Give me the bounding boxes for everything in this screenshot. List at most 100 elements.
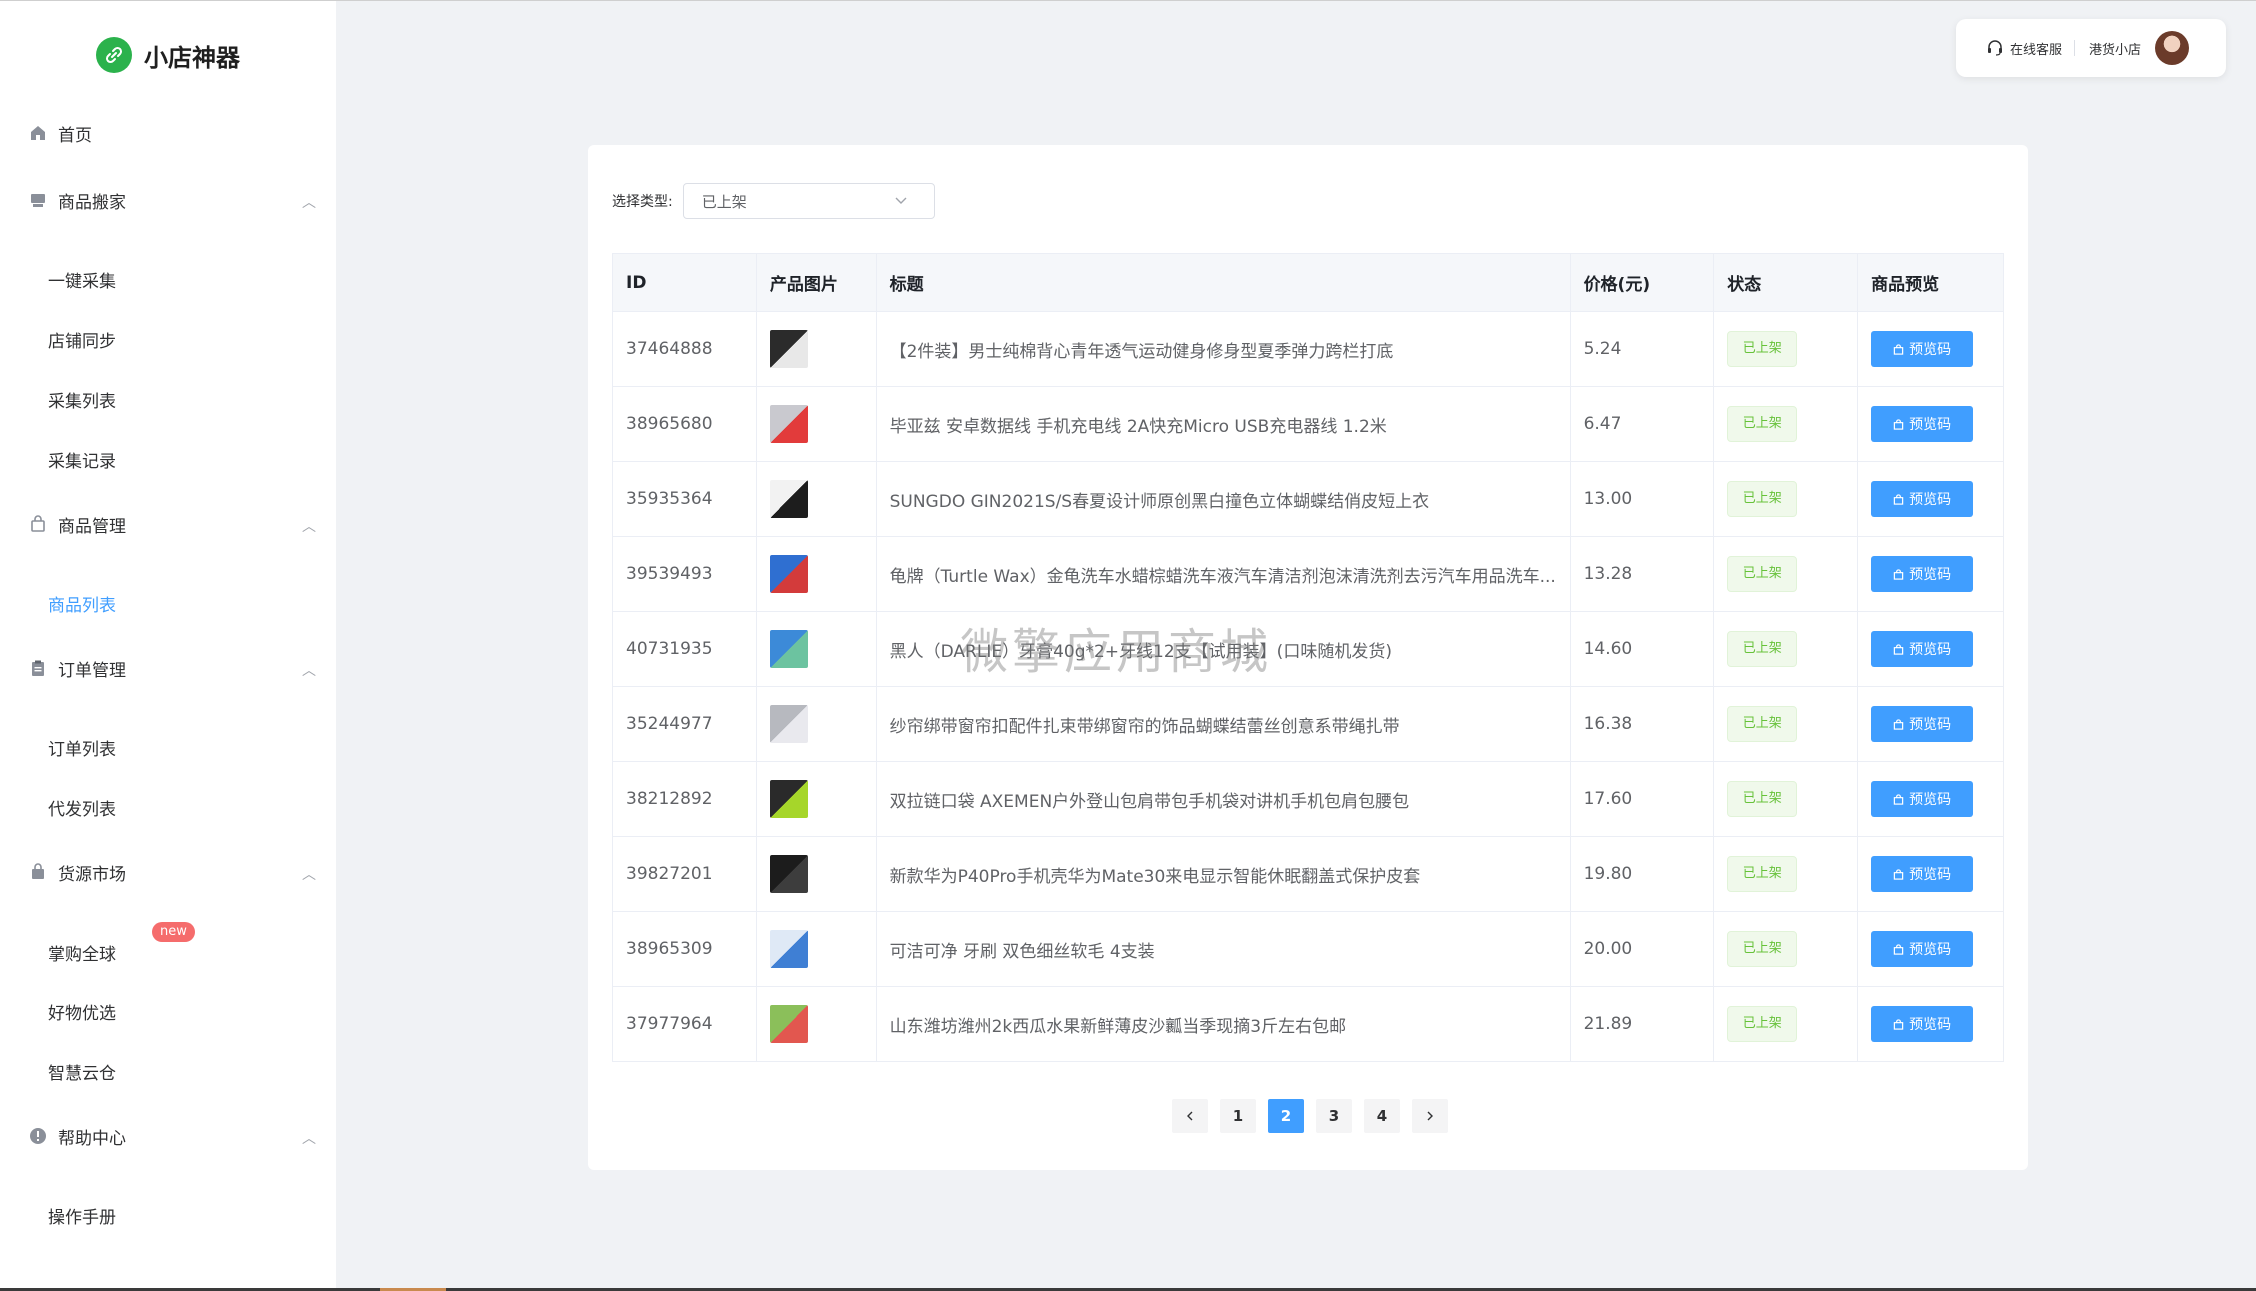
- chevron-up-icon: ︿: [302, 195, 316, 211]
- sidebar-group-product-move[interactable]: 商品搬家 ︿: [28, 180, 318, 220]
- preview-code-label: 预览码: [1909, 867, 1952, 883]
- product-table: ID 产品图片 标题 价格(元) 状态 商品预览 37464888 【2件装】男士…: [612, 253, 2004, 1062]
- cell-price: 16.38: [1569, 686, 1715, 762]
- preview-code-label: 预览码: [1909, 792, 1952, 808]
- preview-code-button[interactable]: 预览码: [1871, 556, 1974, 592]
- table-row: 39539493 龟牌（Turtle Wax）金龟洗车水蜡棕蜡洗车液汽车清洁剂泡沫…: [612, 536, 2004, 612]
- chevron-up-icon: ︿: [302, 1131, 316, 1147]
- preview-code-button[interactable]: 预览码: [1871, 706, 1974, 742]
- cell-preview: 预览码: [1857, 911, 2004, 987]
- table-row: 39827201 新款华为P40Pro手机壳华为Mate30来电显示智能休眠翻盖式…: [612, 836, 2004, 912]
- page-button-3[interactable]: 3: [1316, 1099, 1352, 1133]
- cell-id: 35935364: [612, 461, 757, 537]
- cell-title: 【2件装】男士纯棉背心青年透气运动健身修身型夏季弹力跨栏打底: [875, 311, 1571, 387]
- headset-icon: [1988, 40, 2002, 56]
- product-thumbnail[interactable]: [769, 630, 808, 668]
- type-select[interactable]: 已上架: [682, 183, 935, 219]
- status-badge: 已上架: [1727, 706, 1798, 742]
- cell-id: 37977964: [612, 986, 757, 1062]
- sidebar-item-global-buy[interactable]: 掌购全球 new: [48, 922, 195, 970]
- sidebar-item-home[interactable]: 首页: [28, 113, 318, 153]
- preview-code-button[interactable]: 预览码: [1871, 406, 1974, 442]
- shop-name[interactable]: 港货小店: [2089, 39, 2141, 58]
- preview-code-button[interactable]: 预览码: [1871, 781, 1974, 817]
- cell-id: 39827201: [612, 836, 757, 912]
- chevron-right-icon: [1427, 1111, 1433, 1121]
- chevron-up-icon: ︿: [302, 867, 316, 883]
- preview-code-button[interactable]: 预览码: [1871, 481, 1974, 517]
- preview-code-button[interactable]: 预览码: [1871, 931, 1974, 967]
- sidebar-item-product-list[interactable]: 商品列表: [48, 585, 116, 621]
- sidebar-item-collect-list[interactable]: 采集列表: [48, 381, 116, 417]
- bag-icon: [1893, 343, 1904, 355]
- preview-code-button[interactable]: 预览码: [1871, 631, 1974, 667]
- product-thumbnail[interactable]: [769, 480, 808, 518]
- cell-title: 新款华为P40Pro手机壳华为Mate30来电显示智能休眠翻盖式保护皮套: [875, 836, 1571, 912]
- cell-status: 已上架: [1713, 536, 1859, 612]
- page-button-2[interactable]: 2: [1268, 1099, 1304, 1133]
- online-service-link[interactable]: 在线客服: [1986, 39, 2062, 58]
- status-badge: 已上架: [1727, 331, 1798, 367]
- sidebar-item-dropship-list[interactable]: 代发列表: [48, 789, 116, 825]
- sidebar-item-store-sync[interactable]: 店铺同步: [48, 321, 116, 357]
- sidebar-group-supply-market[interactable]: 货源市场 ︿: [28, 852, 318, 892]
- sidebar-group-help-center[interactable]: 帮助中心 ︿: [28, 1116, 318, 1156]
- product-thumbnail[interactable]: [769, 930, 808, 968]
- column-header-price: 价格(元): [1569, 253, 1715, 312]
- cell-title: 毕亚兹 安卓数据线 手机充电线 2A快充Micro USB充电器线 1.2米: [875, 386, 1571, 462]
- cell-id: 39539493: [612, 536, 757, 612]
- cell-preview: 预览码: [1857, 986, 2004, 1062]
- product-thumbnail[interactable]: [769, 780, 808, 818]
- prev-page-button[interactable]: [1172, 1099, 1208, 1133]
- preview-code-button[interactable]: 预览码: [1871, 856, 1974, 892]
- sidebar-group-label: 订单管理: [58, 660, 126, 681]
- bag-icon: [1893, 493, 1904, 505]
- product-thumbnail[interactable]: [769, 330, 808, 368]
- cell-preview: 预览码: [1857, 836, 2004, 912]
- table-row: 38965309 可洁可净 牙刷 双色细丝软毛 4支装 20.00 已上架 预览码: [612, 911, 2004, 987]
- page-button-1[interactable]: 1: [1220, 1099, 1256, 1133]
- type-filter: 选择类型: 已上架: [612, 183, 935, 219]
- sidebar-item-one-click-collect[interactable]: 一键采集: [48, 261, 116, 297]
- sidebar-group-product-management[interactable]: 商品管理 ︿: [28, 504, 318, 544]
- status-badge: 已上架: [1727, 781, 1798, 817]
- sidebar-item-good-picks[interactable]: 好物优选: [48, 993, 116, 1029]
- sidebar-item-collect-records[interactable]: 采集记录: [48, 441, 116, 477]
- header-user-panel: 在线客服 港货小店: [1956, 19, 2226, 77]
- chevron-up-icon: ︿: [302, 519, 316, 535]
- preview-code-button[interactable]: 预览码: [1871, 331, 1974, 367]
- avatar[interactable]: [2155, 31, 2190, 65]
- next-page-button[interactable]: [1412, 1099, 1448, 1133]
- app-logo[interactable]: 小店神器: [96, 37, 240, 73]
- column-header-image: 产品图片: [755, 253, 877, 312]
- cell-title: 龟牌（Turtle Wax）金龟洗车水蜡棕蜡洗车液汽车清洁剂泡沫清洗剂去污汽车用…: [875, 536, 1571, 612]
- preview-code-label: 预览码: [1909, 492, 1952, 508]
- bag-icon: [28, 862, 48, 882]
- chevron-up-icon: ︿: [302, 663, 316, 679]
- product-thumbnail[interactable]: [769, 1005, 808, 1043]
- preview-code-button[interactable]: 预览码: [1871, 1006, 1974, 1042]
- cell-status: 已上架: [1713, 611, 1859, 687]
- cell-price: 20.00: [1569, 911, 1715, 987]
- cell-status: 已上架: [1713, 911, 1859, 987]
- sidebar-item-order-list[interactable]: 订单列表: [48, 729, 116, 765]
- cell-preview: 预览码: [1857, 536, 2004, 612]
- preview-code-label: 预览码: [1909, 567, 1952, 583]
- cell-preview: 预览码: [1857, 611, 2004, 687]
- cell-price: 13.28: [1569, 536, 1715, 612]
- product-thumbnail[interactable]: [769, 855, 808, 893]
- product-thumbnail[interactable]: [769, 705, 808, 743]
- product-thumbnail[interactable]: [769, 555, 808, 593]
- table-row: 35935364 SUNGDO GIN2021S/S春夏设计师原创黑白撞色立体蝴蝶…: [612, 461, 2004, 537]
- page-button-4[interactable]: 4: [1364, 1099, 1400, 1133]
- pagination: 1 2 3 4: [1172, 1099, 1460, 1133]
- sidebar-item-manual[interactable]: 操作手册: [48, 1197, 116, 1233]
- sidebar-item-smart-warehouse[interactable]: 智慧云仓: [48, 1053, 116, 1089]
- sidebar-group-order-management[interactable]: 订单管理 ︿: [28, 648, 318, 688]
- cell-image: [755, 836, 877, 912]
- cell-price: 21.89: [1569, 986, 1715, 1062]
- product-thumbnail[interactable]: [769, 405, 808, 443]
- divider: [2074, 40, 2076, 56]
- sidebar-group-label: 商品搬家: [58, 192, 126, 213]
- cell-title: SUNGDO GIN2021S/S春夏设计师原创黑白撞色立体蝴蝶结俏皮短上衣: [875, 461, 1571, 537]
